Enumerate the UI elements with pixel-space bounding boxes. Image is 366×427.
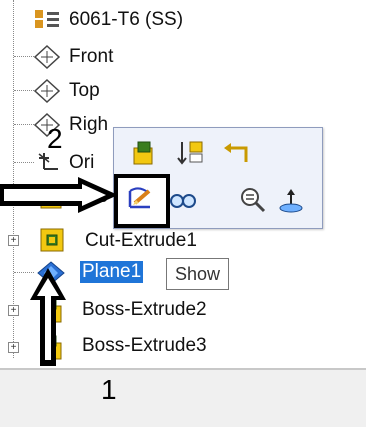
tree-item-top-plane[interactable]: Top — [0, 74, 366, 108]
show-icon[interactable] — [168, 185, 198, 215]
expand-icon[interactable]: + — [8, 235, 19, 246]
material-icon — [35, 10, 59, 28]
annotation-number-1: 1 — [101, 374, 117, 405]
status-area: 1 — [0, 368, 366, 427]
tree-item-label: Top — [69, 80, 100, 101]
tree-item-label: Boss-Extrude2 — [82, 299, 207, 320]
normal-to-icon[interactable] — [276, 185, 306, 215]
tree-branch — [14, 124, 34, 125]
annotation-arrow-right — [0, 177, 118, 213]
tree-branch — [14, 90, 34, 91]
edit-plane-button[interactable] — [114, 174, 170, 228]
tree-item-label: Front — [69, 46, 114, 67]
edit-plane-icon — [128, 187, 151, 209]
tooltip-show: Show — [166, 258, 230, 290]
tree-item-label: 6061-T6 (SS) — [69, 9, 184, 30]
plane-icon — [33, 78, 61, 104]
edit-feature-icon[interactable] — [128, 138, 158, 168]
rollback-icon[interactable] — [222, 140, 252, 170]
plane-icon — [33, 44, 61, 70]
zoom-to-selection-icon[interactable] — [238, 185, 268, 215]
tree-item-front-plane[interactable]: Front — [0, 40, 366, 74]
tree-branch — [14, 56, 34, 57]
tree-item-label: Plane1 — [80, 261, 144, 283]
tree-item-material[interactable]: 6061-T6 (SS) — [0, 2, 366, 36]
tree-branch — [14, 162, 34, 163]
tree-item-label: Boss-Extrude3 — [82, 335, 207, 356]
context-toolbar — [113, 127, 323, 229]
annotation-number-2: 2 — [47, 123, 63, 154]
tree-item-label: Righ — [69, 114, 109, 135]
cut-extrude-icon — [40, 228, 64, 252]
annotation-arrow-up — [30, 268, 66, 366]
edit-sketch-icon[interactable] — [176, 138, 206, 168]
tree-item-label: Cut-Extrude1 — [85, 230, 197, 251]
tree-item-label: Ori — [69, 152, 95, 173]
expand-icon[interactable]: + — [8, 305, 19, 316]
expand-icon[interactable]: + — [8, 342, 19, 353]
